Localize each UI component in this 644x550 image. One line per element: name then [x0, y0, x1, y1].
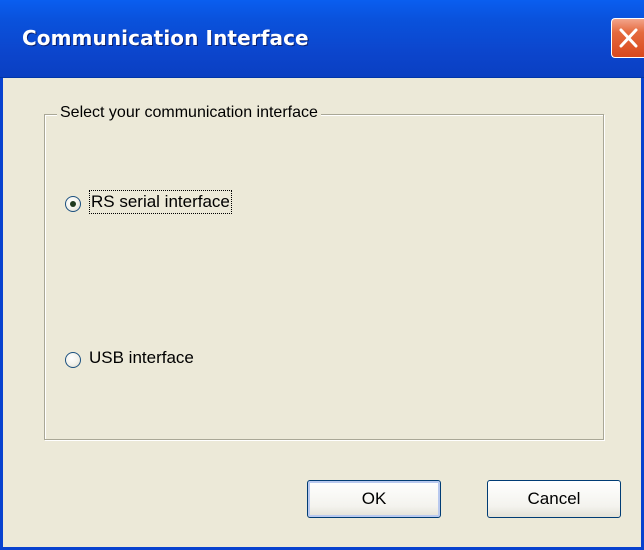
close-icon	[619, 28, 638, 48]
usb-radio[interactable]	[65, 352, 81, 368]
radio-selected-dot	[70, 201, 76, 207]
title-bar[interactable]: Communication Interface	[0, 0, 644, 78]
rs-serial-label[interactable]: RS serial interface	[89, 190, 232, 214]
close-button[interactable]	[611, 18, 644, 58]
cancel-button[interactable]: Cancel	[487, 480, 621, 518]
dialog-window: Communication Interface Select your comm…	[0, 0, 644, 550]
usb-label[interactable]: USB interface	[89, 348, 194, 368]
rs-serial-radio[interactable]	[65, 196, 81, 212]
window-title: Communication Interface	[22, 26, 309, 50]
interface-groupbox	[44, 114, 604, 440]
groupbox-label: Select your communication interface	[57, 104, 321, 122]
ok-button[interactable]: OK	[307, 480, 441, 518]
